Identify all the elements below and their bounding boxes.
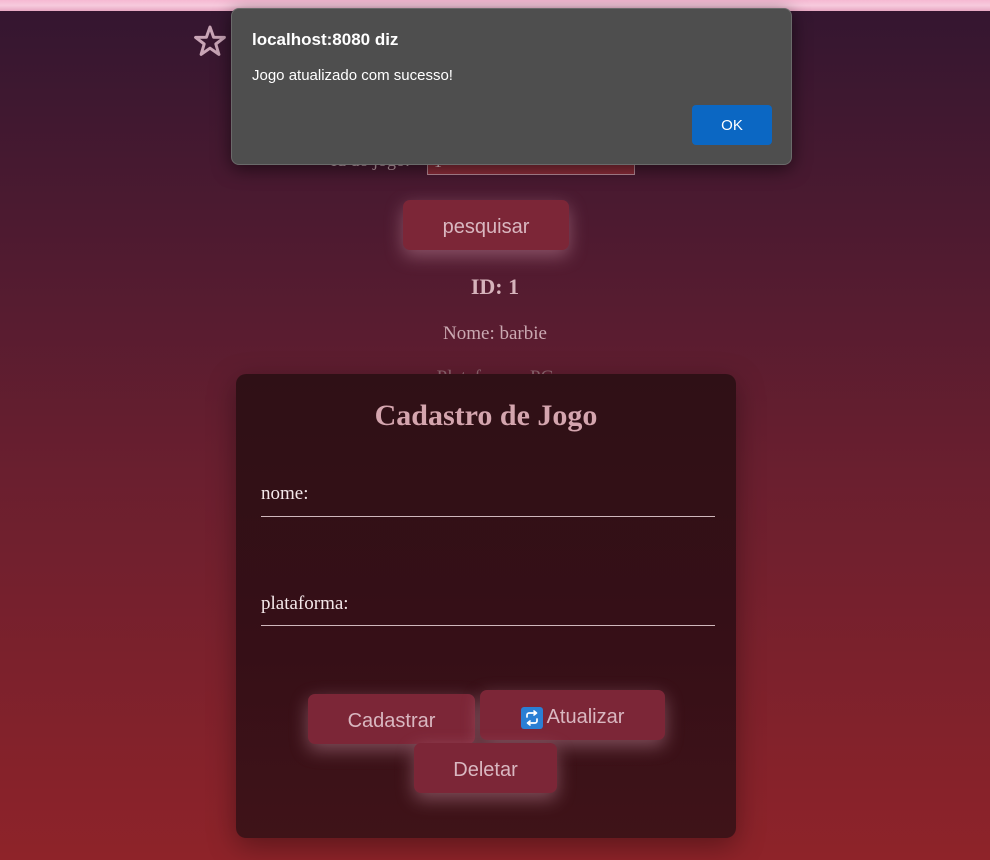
plataforma-input[interactable] xyxy=(261,623,715,626)
alert-dialog: localhost:8080 diz Jogo atualizado com s… xyxy=(231,8,792,165)
dialog-message: Jogo atualizado com sucesso! xyxy=(252,67,453,84)
nome-input[interactable] xyxy=(261,514,715,517)
nome-label: nome: xyxy=(261,483,309,504)
ok-button[interactable]: OK xyxy=(692,105,772,145)
search-button[interactable]: pesquisar xyxy=(403,200,569,250)
dialog-title: localhost:8080 diz xyxy=(252,30,399,49)
result-nome: Nome: barbie xyxy=(443,323,547,344)
card-title: Cadastro de Jogo xyxy=(374,399,598,432)
register-game-card: Cadastro de Jogo nome: plataforma: Cadas… xyxy=(236,374,736,838)
result-id: ID: 1 xyxy=(470,274,520,299)
plataforma-label: plataforma: xyxy=(261,593,349,614)
swap-arrows-icon xyxy=(520,706,543,729)
atualizar-button[interactable]: Atualizar xyxy=(480,690,665,740)
atualizar-label: Atualizar xyxy=(546,706,625,728)
cadastrar-button[interactable]: Cadastrar xyxy=(308,694,475,744)
star-icon xyxy=(193,24,227,58)
deletar-button[interactable]: Deletar xyxy=(414,743,557,793)
